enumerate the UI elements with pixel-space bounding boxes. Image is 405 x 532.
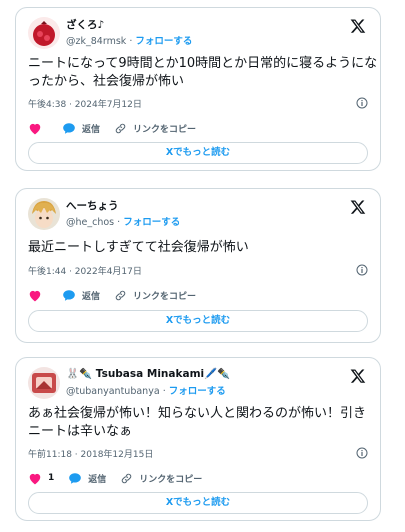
- link-icon: [115, 290, 126, 300]
- follow-button[interactable]: フォローする: [169, 386, 226, 397]
- avatar[interactable]: [28, 367, 60, 399]
- x-logo-icon[interactable]: [350, 18, 366, 34]
- x-logo-icon[interactable]: [350, 368, 366, 384]
- tweet-text: 最近ニートしすぎてて社会復帰が怖い: [28, 240, 249, 255]
- pomegranate-icon: [28, 17, 60, 49]
- info-icon[interactable]: [356, 447, 368, 459]
- tweet-card: 🐰✒️ Tsubasa Minakami🖊️✒️ @tubanyantubany…: [15, 357, 381, 521]
- read-more-button[interactable]: Xでもっと読む: [28, 310, 368, 332]
- reply-button[interactable]: 返信: [62, 289, 100, 302]
- avatar[interactable]: [28, 198, 60, 230]
- reply-icon: [63, 289, 75, 301]
- reply-button[interactable]: 返信: [68, 472, 106, 485]
- like-count: 1: [48, 473, 55, 483]
- like-button[interactable]: 1: [28, 472, 54, 485]
- tweet-text: ニートになって9時間とか10時間とか日常的に寝るようになったから、社会復帰が怖い: [28, 56, 378, 89]
- copy-link-label: リンクをコピー: [139, 474, 203, 485]
- tweet-card: ざくろ♪ @zk_84rmsk · フォローする ニートになって9時間とか10時…: [15, 7, 381, 171]
- copy-link-button[interactable]: リンクをコピー: [114, 289, 196, 302]
- anime-character-icon: [28, 198, 60, 230]
- illustration-icon: [28, 367, 60, 399]
- separator: ·: [129, 36, 133, 47]
- heart-icon: [29, 290, 41, 301]
- display-name[interactable]: 🐰✒️ Tsubasa Minakami🖊️✒️: [66, 367, 230, 380]
- info-icon[interactable]: [356, 264, 368, 276]
- heart-icon: [29, 473, 41, 484]
- link-icon: [115, 123, 126, 133]
- read-more-button[interactable]: Xでもっと読む: [28, 142, 368, 164]
- reply-icon: [63, 122, 75, 134]
- tweet-date[interactable]: 午後1:44 · 2022年4月17日: [28, 264, 142, 277]
- copy-link-label: リンクをコピー: [133, 124, 197, 135]
- separator: ·: [162, 386, 166, 397]
- separator: ·: [117, 217, 121, 228]
- tweet-actions: 返信 リンクをコピー: [28, 287, 210, 303]
- heart-icon: [29, 123, 41, 134]
- tweet-date[interactable]: 午後4:38 · 2024年7月12日: [28, 97, 142, 110]
- handle[interactable]: @tubanyantubanya: [66, 386, 160, 397]
- like-button[interactable]: [28, 122, 48, 135]
- info-icon[interactable]: [356, 97, 368, 109]
- like-button[interactable]: [28, 289, 48, 302]
- copy-link-button[interactable]: リンクをコピー: [120, 472, 202, 485]
- follow-button[interactable]: フォローする: [123, 217, 180, 228]
- tweet-text: あぁ社会復帰が怖い！知らない人と関わるのが怖い！引きニートは辛いなぁ: [28, 406, 367, 439]
- tweet-actions: 1 返信 リンクをコピー: [28, 470, 216, 486]
- follow-button[interactable]: フォローする: [135, 36, 192, 47]
- handle[interactable]: @he_chos: [66, 217, 114, 228]
- copy-link-label: リンクをコピー: [133, 291, 197, 302]
- handle-line: @zk_84rmsk · フォローする: [66, 33, 192, 47]
- link-icon: [122, 473, 132, 483]
- reply-label: 返信: [82, 124, 101, 135]
- handle-line: @tubanyantubanya · フォローする: [66, 383, 226, 397]
- avatar[interactable]: [28, 17, 60, 49]
- display-name[interactable]: ざくろ♪: [66, 17, 104, 32]
- x-logo-icon[interactable]: [350, 199, 366, 215]
- copy-link-button[interactable]: リンクをコピー: [114, 122, 196, 135]
- reply-icon: [69, 472, 82, 484]
- tweet-actions: 返信 リンクをコピー: [28, 120, 210, 136]
- tweet-card: へーちょう @he_chos · フォローする 最近ニートしすぎてて社会復帰が怖…: [15, 188, 381, 343]
- read-more-button[interactable]: Xでもっと読む: [28, 492, 368, 514]
- display-name[interactable]: へーちょう: [66, 198, 119, 213]
- tweet-date[interactable]: 午前11:18 · 2018年12月15日: [28, 447, 153, 460]
- reply-label: 返信: [88, 474, 107, 485]
- reply-label: 返信: [82, 291, 101, 302]
- reply-button[interactable]: 返信: [62, 122, 100, 135]
- handle-line: @he_chos · フォローする: [66, 214, 180, 228]
- handle[interactable]: @zk_84rmsk: [66, 36, 126, 47]
